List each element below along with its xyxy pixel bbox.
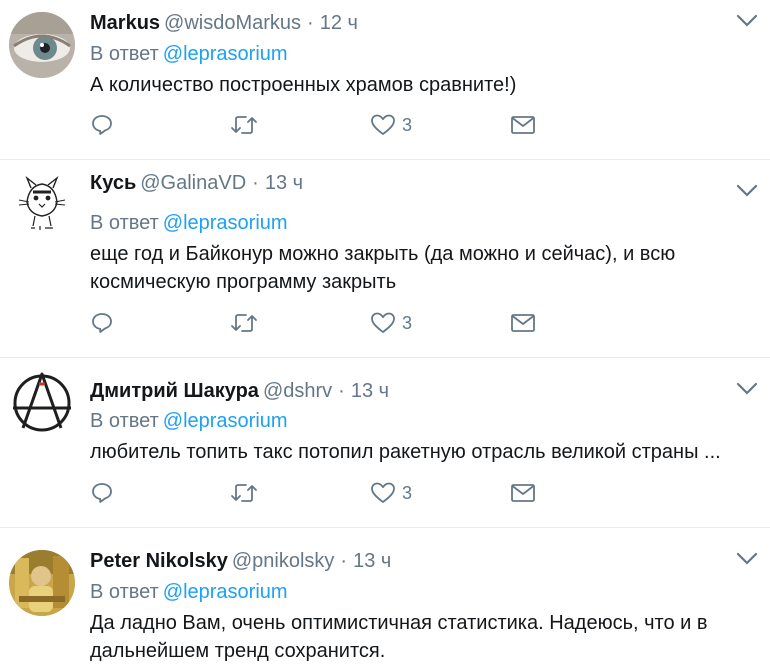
like-count: 3: [402, 114, 413, 135]
tweet[interactable]: Кусь @GalinaVD · 13 ч В ответ @leprasorium е…: [0, 160, 770, 358]
author-handle[interactable]: @GalinaVD: [140, 172, 246, 194]
reply-context: В ответ @leprasorium: [90, 210, 288, 236]
author-handle[interactable]: @dshrv: [263, 380, 332, 402]
tweet-text: еще год и Байконур можно закрыть (да мож…: [90, 243, 676, 293]
avatar[interactable]: [9, 12, 75, 78]
heart-icon: [371, 114, 395, 135]
tweet-header: Дмитрий Шакура @dshrv · 13 ч: [90, 378, 389, 404]
tweet-header: Кусь @GalinaVD · 13 ч: [90, 170, 303, 196]
direct-message-button[interactable]: [510, 478, 536, 508]
tweet-menu-button[interactable]: [736, 184, 758, 198]
tweet-actions: 3: [90, 478, 550, 508]
reply-button[interactable]: [90, 110, 114, 140]
reply-button[interactable]: [90, 308, 114, 338]
reply-context: В ответ @leprasorium: [90, 579, 288, 605]
tweet[interactable]: Markus @wisdoMarkus · 12 ч В ответ @leprasor…: [0, 0, 770, 160]
reply-icon: [92, 115, 112, 135]
envelope-icon: [511, 484, 535, 502]
avatar-cat-sketch-image: [9, 172, 75, 238]
timestamp[interactable]: 12 ч: [320, 12, 358, 34]
chevron-down-icon: [736, 184, 758, 197]
separator-dot: ·: [252, 172, 259, 194]
tweet-text: А количество построенных храмов сравните…: [90, 74, 517, 96]
heart-icon: [371, 482, 395, 503]
separator-dot: ·: [340, 550, 348, 572]
author-name[interactable]: Peter Nikolsky: [90, 550, 228, 572]
tweet[interactable]: Peter Nikolsky @pnikolsky · 13 ч В ответ @le…: [0, 528, 770, 664]
envelope-icon: [511, 314, 535, 332]
avatar[interactable]: [9, 550, 75, 616]
reply-prefix: В ответ: [90, 410, 159, 432]
reply-context: В ответ @leprasorium: [90, 408, 288, 434]
timestamp[interactable]: 13 ч: [351, 380, 389, 402]
retweet-icon: [231, 314, 257, 332]
heart-icon: [371, 312, 395, 333]
tweet-menu-button[interactable]: [736, 552, 758, 566]
tweet-text: Да ладно Вам, очень оптимистичная статис…: [90, 612, 708, 662]
retweet-icon: [231, 116, 257, 134]
like-button[interactable]: 3: [370, 308, 412, 338]
reply-context: В ответ @leprasorium: [90, 41, 288, 67]
separator-dot: ·: [338, 380, 345, 402]
reply-prefix: В ответ: [90, 43, 159, 65]
tweet-menu-button[interactable]: [736, 14, 758, 28]
chevron-down-icon: [736, 552, 758, 565]
reply-mention-link[interactable]: @leprasorium: [163, 43, 288, 65]
reply-icon: [92, 483, 112, 503]
avatar[interactable]: [9, 370, 75, 436]
tweet-text: любитель топить такс потопил ракетную от…: [90, 441, 721, 463]
retweet-button[interactable]: [230, 308, 258, 338]
author-name[interactable]: Кусь: [90, 172, 136, 194]
timestamp[interactable]: 13 ч: [265, 172, 303, 194]
envelope-icon: [511, 116, 535, 134]
tweet-actions: 3: [90, 308, 550, 338]
retweet-button[interactable]: [230, 478, 258, 508]
tweet-header: Markus @wisdoMarkus · 12 ч: [90, 10, 358, 36]
like-count: 3: [402, 312, 413, 333]
chevron-down-icon: [736, 14, 758, 27]
reply-mention-link[interactable]: @leprasorium: [163, 410, 288, 432]
like-count: 3: [402, 482, 413, 503]
author-handle[interactable]: @pnikolsky: [232, 550, 335, 572]
timestamp[interactable]: 13 ч: [353, 550, 391, 572]
author-name[interactable]: Markus: [90, 12, 160, 34]
reply-icon: [92, 313, 112, 333]
retweet-icon: [231, 484, 257, 502]
reply-mention-link[interactable]: @leprasorium: [163, 581, 288, 603]
chevron-down-icon: [736, 382, 758, 395]
retweet-button[interactable]: [230, 110, 258, 140]
avatar[interactable]: [9, 172, 75, 238]
reply-prefix: В ответ: [90, 212, 159, 234]
like-button[interactable]: 3: [370, 110, 412, 140]
avatar-eye-image: [9, 12, 75, 78]
avatar-anarchy-symbol-image: [9, 370, 75, 436]
tweet-menu-button[interactable]: [736, 382, 758, 396]
tweet-header: Peter Nikolsky @pnikolsky · 13 ч: [90, 548, 391, 574]
reply-button[interactable]: [90, 478, 114, 508]
separator-dot: ·: [307, 12, 314, 34]
reply-mention-link[interactable]: @leprasorium: [163, 212, 288, 234]
tweet[interactable]: Дмитрий Шакура @dshrv · 13 ч В ответ @lepras…: [0, 358, 770, 528]
author-name[interactable]: Дмитрий Шакура: [90, 380, 259, 402]
author-handle[interactable]: @wisdoMarkus: [164, 12, 301, 34]
avatar-photo-image: [9, 550, 75, 616]
tweet-actions: 3: [90, 110, 550, 140]
reply-prefix: В ответ: [90, 581, 159, 603]
direct-message-button[interactable]: [510, 308, 536, 338]
like-button[interactable]: 3: [370, 478, 412, 508]
direct-message-button[interactable]: [510, 110, 536, 140]
